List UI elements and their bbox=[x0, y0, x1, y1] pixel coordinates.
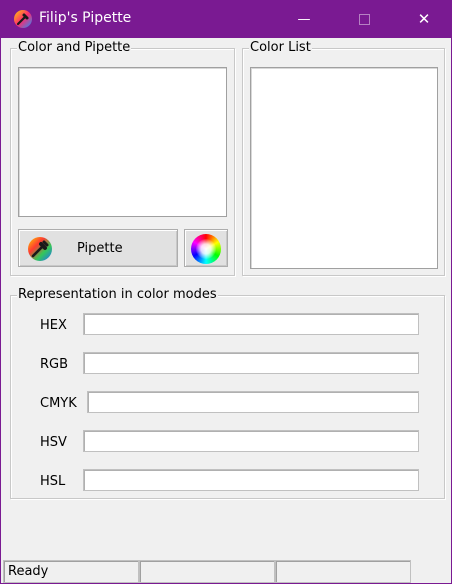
color-and-pipette-group-label: Color and Pipette bbox=[17, 40, 132, 56]
hex-label: HEX bbox=[40, 318, 67, 333]
hsv-label: HSV bbox=[40, 435, 67, 450]
pipette-icon bbox=[28, 237, 52, 261]
color-wheel-button[interactable] bbox=[184, 229, 228, 267]
status-text: Ready bbox=[8, 564, 49, 579]
cmyk-field[interactable] bbox=[87, 391, 419, 413]
status-pane-3 bbox=[275, 560, 411, 583]
cmyk-label: CMYK bbox=[40, 396, 77, 411]
color-pipette-app-icon bbox=[14, 10, 32, 28]
minimize-icon: — bbox=[297, 11, 311, 27]
representation-group-label: Representation in color modes bbox=[17, 287, 218, 303]
hsl-label: HSL bbox=[40, 474, 66, 489]
hex-field[interactable] bbox=[83, 313, 419, 335]
color-list-group-label: Color List bbox=[249, 40, 312, 56]
status-pane-ready: Ready bbox=[3, 560, 139, 583]
status-bar: Ready bbox=[1, 560, 451, 583]
rgb-label: RGB bbox=[40, 357, 69, 372]
hsv-field[interactable] bbox=[83, 430, 419, 452]
color-list-box[interactable] bbox=[250, 67, 438, 269]
color-wheel-icon bbox=[191, 234, 221, 264]
color-preview-panel bbox=[18, 67, 227, 217]
rgb-field[interactable] bbox=[83, 352, 419, 374]
close-icon: ✕ bbox=[417, 10, 431, 28]
title-bar[interactable]: Filip's Pipette — ✕ bbox=[1, 0, 452, 38]
status-pane-2 bbox=[139, 560, 275, 583]
minimize-button[interactable]: — bbox=[275, 0, 333, 38]
pipette-button[interactable]: Pipette bbox=[18, 229, 178, 267]
hsl-field[interactable] bbox=[83, 469, 419, 491]
main-window: Filip's Pipette — ✕ Color and Pipette Pi… bbox=[0, 0, 452, 584]
window-title: Filip's Pipette bbox=[39, 10, 132, 26]
maximize-icon bbox=[358, 13, 370, 25]
pipette-button-label: Pipette bbox=[77, 241, 123, 256]
maximize-button[interactable] bbox=[335, 0, 393, 38]
close-button[interactable]: ✕ bbox=[395, 0, 452, 38]
